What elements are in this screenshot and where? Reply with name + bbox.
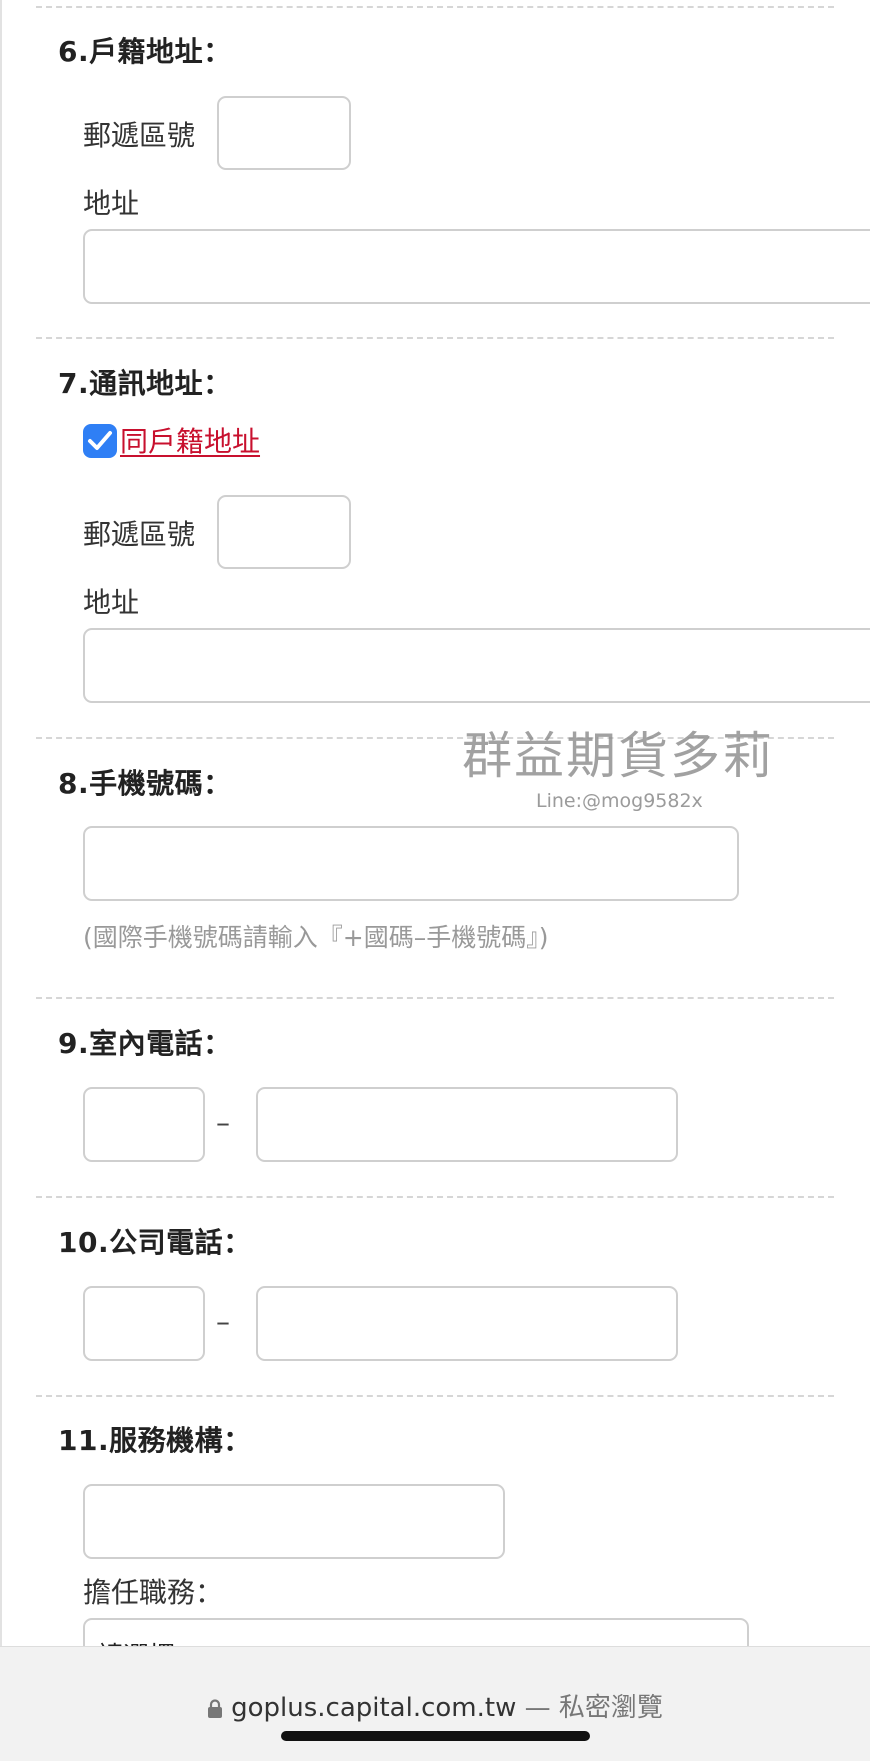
section-divider [36, 337, 834, 339]
mailing-postal-input[interactable] [217, 495, 351, 569]
office-phone-area-input[interactable] [83, 1286, 205, 1361]
mailing-address-heading: 7.通訊地址： [58, 367, 232, 400]
household-address-heading: 6.戶籍地址： [58, 35, 232, 68]
office-phone-number-input[interactable] [256, 1286, 678, 1361]
household-postal-input[interactable] [217, 96, 351, 170]
mailing-address-input[interactable] [83, 628, 870, 703]
section-divider [36, 997, 834, 999]
home-indicator[interactable] [281, 1731, 590, 1741]
section-divider [36, 1395, 834, 1397]
lock-icon [207, 1696, 223, 1726]
mobile-input[interactable] [83, 826, 739, 901]
household-address-label: 地址 [83, 187, 140, 220]
mailing-address-label: 地址 [83, 586, 140, 619]
section-divider [36, 6, 834, 8]
home-phone-area-input[interactable] [83, 1087, 205, 1162]
household-address-input[interactable] [83, 229, 870, 304]
same-as-household-link[interactable]: 同戶籍地址 [120, 420, 260, 460]
mobile-heading: 8.手機號碼： [58, 767, 232, 800]
position-label: 擔任職務： [83, 1576, 224, 1609]
watermark-title: 群益期貨多莉 [462, 727, 774, 785]
same-as-household-checkbox[interactable] [83, 424, 117, 458]
household-postal-label: 郵遞區號 [83, 119, 196, 152]
watermark-line-id: Line:@mog9582x [536, 790, 703, 812]
office-phone-separator: – [216, 1305, 230, 1338]
browser-bottom-bar[interactable]: goplus.capital.com.tw — 私密瀏覽 [0, 1646, 870, 1761]
form-page: 6.戶籍地址： 郵遞區號 地址 7.通訊地址： 同戶籍地址 郵遞區號 地址 8.… [0, 0, 870, 1646]
employer-input[interactable] [83, 1484, 505, 1559]
left-border [0, 0, 2, 1646]
url-text: goplus.capital.com.tw [231, 1693, 517, 1723]
home-phone-number-input[interactable] [256, 1087, 678, 1162]
checkmark-icon [88, 431, 112, 450]
section-divider [36, 1196, 834, 1198]
mobile-hint: (國際手機號碼請輸入『+國碼–手機號碼』) [83, 923, 549, 952]
position-select[interactable]: 請選擇 [83, 1618, 749, 1646]
office-phone-heading: 10.公司電話： [58, 1226, 252, 1259]
home-phone-separator: – [216, 1106, 230, 1139]
private-browsing-label: — 私密瀏覽 [524, 1693, 663, 1723]
url-display[interactable]: goplus.capital.com.tw — 私密瀏覽 [0, 1687, 870, 1726]
position-select-value: 請選擇 [97, 1636, 175, 1646]
mailing-postal-label: 郵遞區號 [83, 518, 196, 551]
home-phone-heading: 9.室內電話： [58, 1027, 232, 1060]
employer-heading: 11.服務機構： [58, 1424, 252, 1457]
